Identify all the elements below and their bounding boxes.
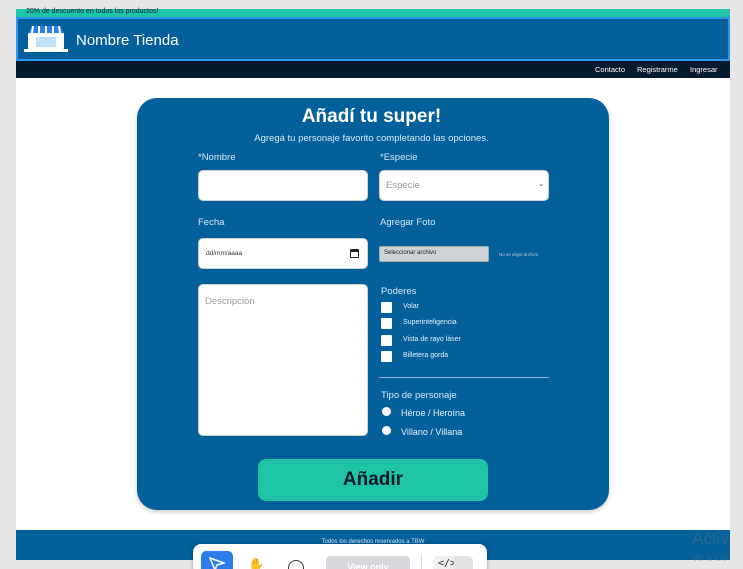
activation-watermark: Activ: [692, 529, 729, 548]
power-checkbox-vista-laser[interactable]: [381, 335, 392, 346]
pointer-icon: [209, 557, 225, 569]
date-input[interactable]: dd/mm/aaaa: [198, 238, 368, 269]
type-label-heroe: Héroe / Heroína: [401, 408, 466, 418]
nav-contact-link[interactable]: Contacto: [595, 65, 625, 74]
toggle-knob: [454, 556, 473, 569]
power-checkbox-volar[interactable]: [381, 302, 392, 313]
type-label-villano: Villano / Villana: [401, 427, 463, 437]
description-placeholder: Descripción: [205, 296, 255, 307]
name-input[interactable]: [198, 170, 368, 201]
power-label: Volar: [403, 303, 419, 310]
nav-login-link[interactable]: Ingresar: [690, 65, 718, 74]
power-checkbox-superinteligencia[interactable]: [381, 318, 392, 329]
power-checkbox-billetera[interactable]: [381, 351, 392, 362]
species-select[interactable]: Especie ⌄: [379, 170, 549, 201]
type-radio-villano[interactable]: [382, 426, 391, 435]
type-radio-heroe[interactable]: [382, 407, 391, 416]
comment-tool-icon[interactable]: [288, 560, 304, 569]
power-label: Vista de rayo láser: [403, 336, 461, 343]
activation-watermark-sub: Ve a Co: [692, 553, 728, 564]
date-placeholder: dd/mm/aaaa: [206, 250, 243, 257]
file-select-button[interactable]: Seleccionar archivo: [379, 246, 489, 262]
section-divider: [379, 377, 549, 378]
form-subtitle: Agregá tu personaje favorito completando…: [254, 133, 489, 144]
form-title: Añadí tu super!: [301, 106, 442, 127]
site-header: Nombre Tienda: [16, 17, 730, 61]
promo-text: 20% de descuento en todos los productos!: [26, 8, 159, 15]
nav-register-link[interactable]: Registrarme: [637, 65, 678, 74]
date-label: Fecha: [198, 217, 225, 228]
powers-label: Poderes: [381, 286, 417, 297]
toolbar-divider: [421, 554, 422, 569]
description-textarea[interactable]: Descripción: [198, 284, 368, 436]
chevron-down-icon: ⌄: [538, 181, 544, 188]
no-file-text: No se eligió archivo: [499, 252, 539, 257]
power-label: Billetera gorda: [403, 352, 449, 359]
submit-button[interactable]: Añadir: [258, 459, 488, 501]
view-only-button[interactable]: View only: [326, 556, 410, 569]
species-placeholder: Especie: [386, 180, 420, 191]
hand-tool-icon[interactable]: ✋: [248, 557, 264, 569]
pointer-tool-button[interactable]: [201, 551, 233, 569]
type-label: Tipo de personaje: [381, 390, 457, 401]
promo-bar: 20% de descuento en todos los productos!: [16, 8, 730, 17]
code-toggle[interactable]: </>: [433, 556, 473, 569]
storefront-icon[interactable]: [24, 24, 68, 54]
store-name[interactable]: Nombre Tienda: [76, 32, 179, 49]
power-label: Superinteligencia: [403, 319, 457, 326]
photo-label: Agregar Foto: [380, 217, 436, 228]
name-label: *Nombre: [198, 152, 236, 163]
species-label: *Especie: [380, 152, 418, 163]
design-toolbar: ✋ View only </>: [193, 544, 487, 569]
top-nav: Contacto Registrarme Ingresar: [16, 61, 730, 78]
calendar-icon[interactable]: [350, 249, 359, 258]
